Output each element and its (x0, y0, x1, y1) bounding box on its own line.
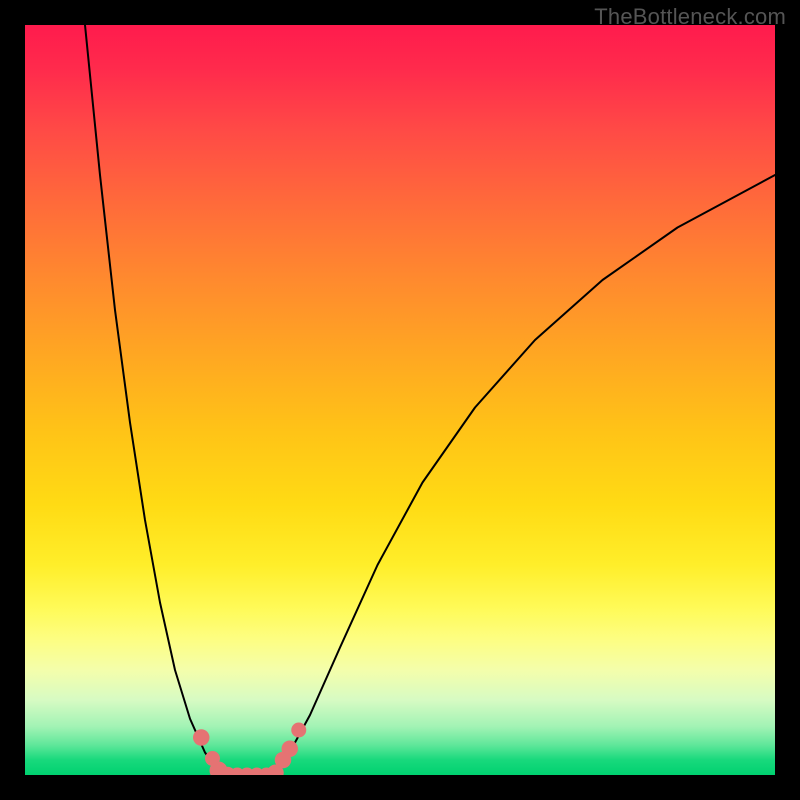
curve-marker (282, 741, 299, 758)
curve-layer (25, 25, 775, 775)
curve-markers (193, 723, 306, 776)
chart-frame: TheBottleneck.com (0, 0, 800, 800)
bottleneck-curve (85, 25, 775, 775)
curve-marker (291, 723, 306, 738)
curve-marker (193, 729, 210, 746)
plot-area (25, 25, 775, 775)
watermark-text: TheBottleneck.com (594, 4, 786, 30)
